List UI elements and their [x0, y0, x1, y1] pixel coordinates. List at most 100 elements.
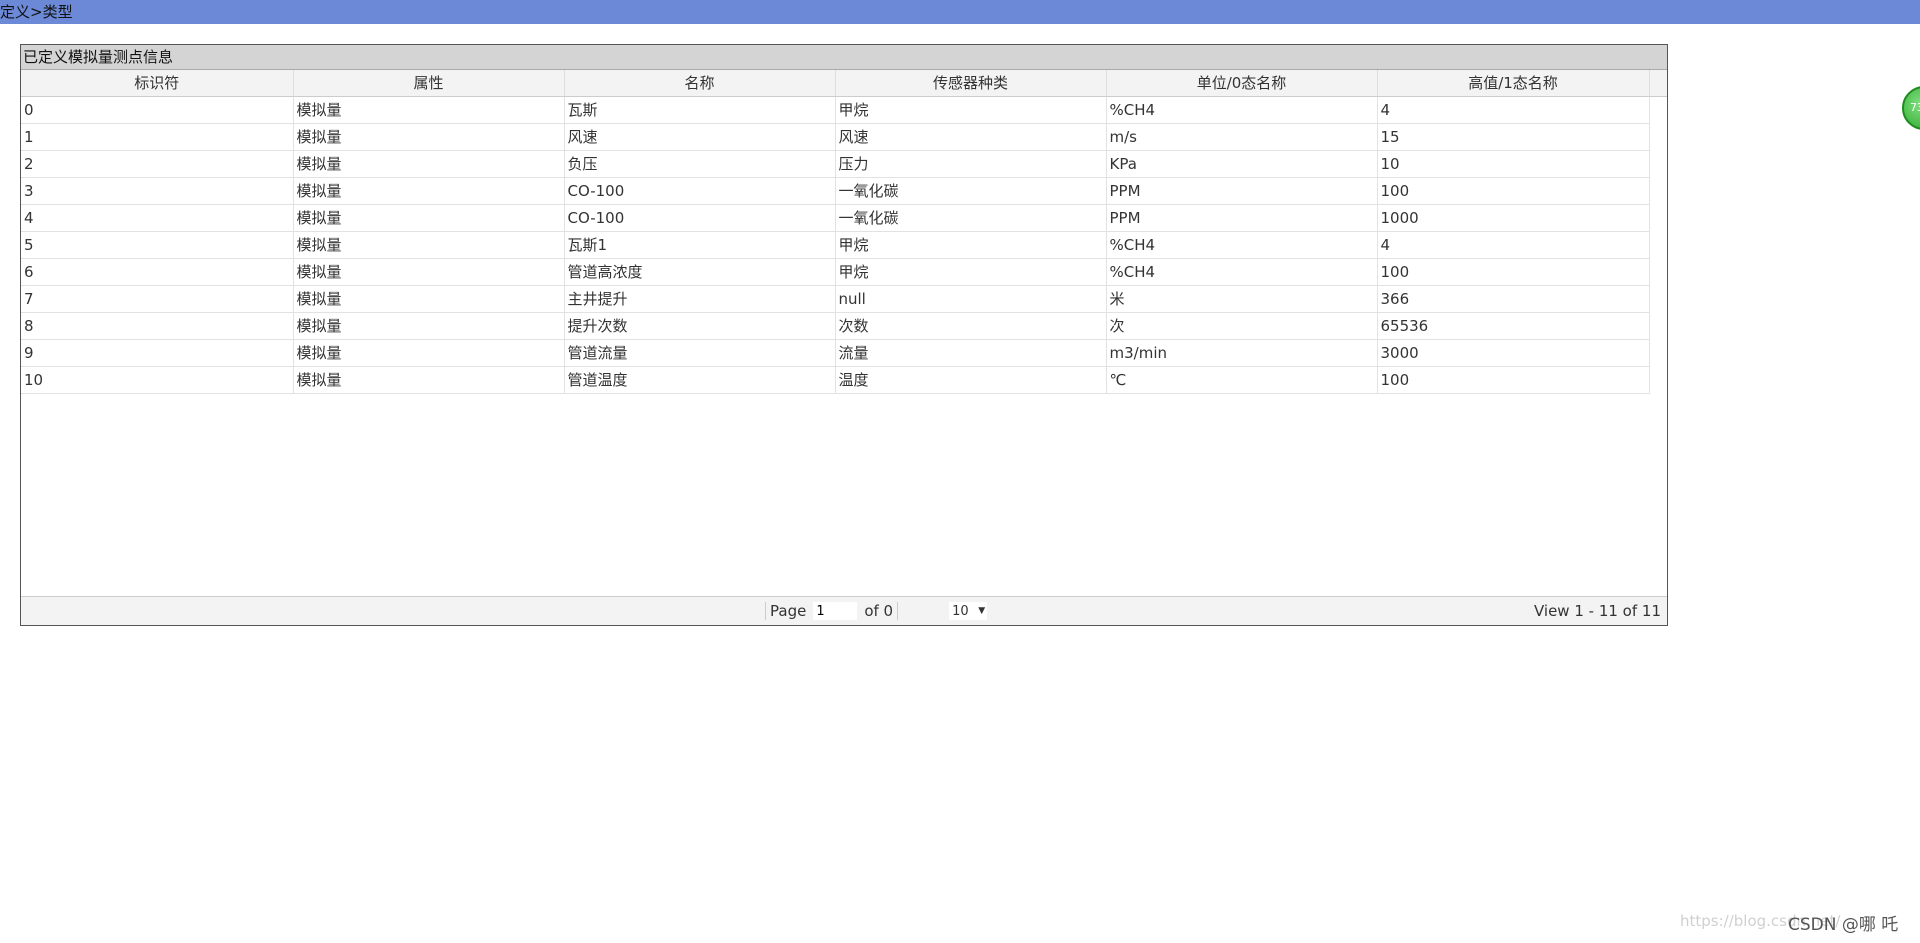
cell-id: 0 [21, 96, 294, 124]
cell-sensor-type: 温度 [835, 366, 1107, 394]
table-row[interactable]: 1 模拟量 风速 风速 m/s 15 [21, 123, 1650, 151]
cell-id: 2 [21, 150, 294, 178]
table-row[interactable]: 8 模拟量 提升次数 次数 次 65536 [21, 312, 1650, 340]
cell-attribute: 模拟量 [293, 123, 565, 151]
cell-name: 提升次数 [564, 312, 836, 340]
cell-unit: m/s [1106, 123, 1378, 151]
table-row[interactable]: 2 模拟量 负压 压力 KPa 10 [21, 150, 1650, 178]
page-count-label: of 0 [864, 602, 894, 620]
table-header-row: 标识符 属性 名称 传感器种类 单位/0态名称 高值/1态名称 [21, 70, 1650, 97]
cell-sensor-type: 流量 [835, 339, 1107, 367]
table-row[interactable]: 6 模拟量 管道高浓度 甲烷 %CH4 100 [21, 258, 1650, 286]
table-row[interactable]: 3 模拟量 CO-100 一氧化碳 PPM 100 [21, 177, 1650, 205]
cell-attribute: 模拟量 [293, 339, 565, 367]
column-header-attribute[interactable]: 属性 [293, 70, 565, 97]
breadcrumb: 定义>类型 [0, 3, 73, 21]
watermark-text: CSDN @哪 吒 [1788, 915, 1899, 935]
cell-attribute: 模拟量 [293, 204, 565, 232]
cell-high-value: 4 [1377, 231, 1650, 259]
table-row[interactable]: 7 模拟量 主井提升 null 米 366 [21, 285, 1650, 313]
cell-name: CO-100 [564, 204, 836, 232]
cell-unit: %CH4 [1106, 231, 1378, 259]
top-bar: 定义>类型 [0, 0, 1920, 24]
cell-attribute: 模拟量 [293, 231, 565, 259]
pager-separator [765, 602, 766, 620]
cell-attribute: 模拟量 [293, 285, 565, 313]
cell-id: 7 [21, 285, 294, 313]
cell-unit: %CH4 [1106, 258, 1378, 286]
grid-header-scrollbar-cap [1649, 70, 1667, 97]
column-header-unit[interactable]: 单位/0态名称 [1106, 70, 1378, 97]
page-number-input[interactable] [812, 601, 859, 621]
rows-per-page-value: 10 [952, 603, 969, 619]
cell-id: 4 [21, 204, 294, 232]
cell-unit: %CH4 [1106, 96, 1378, 124]
cell-attribute: 模拟量 [293, 312, 565, 340]
column-header-high-value[interactable]: 高值/1态名称 [1377, 70, 1650, 97]
cell-name: 风速 [564, 123, 836, 151]
cell-id: 3 [21, 177, 294, 205]
cell-sensor-type: 甲烷 [835, 258, 1107, 286]
cell-sensor-type: 甲烷 [835, 96, 1107, 124]
chevron-down-icon: ▼ [978, 606, 986, 616]
cell-unit: 米 [1106, 285, 1378, 313]
cell-attribute: 模拟量 [293, 366, 565, 394]
cell-high-value: 65536 [1377, 312, 1650, 340]
rows-per-page-select[interactable]: 10 ▼ [948, 601, 989, 621]
cell-sensor-type: 一氧化碳 [835, 177, 1107, 205]
cell-high-value: 366 [1377, 285, 1650, 313]
pager-controls: Page of 0 10 ▼ [761, 597, 989, 625]
table-row[interactable]: 9 模拟量 管道流量 流量 m3/min 3000 [21, 339, 1650, 367]
cell-name: 瓦斯1 [564, 231, 836, 259]
pager-bar: Page of 0 10 ▼ View 1 - 11 of 11 [21, 596, 1667, 625]
page-label: Page [770, 602, 807, 620]
cell-high-value: 15 [1377, 123, 1650, 151]
cell-name: 负压 [564, 150, 836, 178]
floating-badge[interactable]: 73 [1902, 86, 1920, 130]
cell-high-value: 100 [1377, 366, 1650, 394]
grid-caption: 已定义模拟量测点信息 [21, 45, 1667, 70]
cell-name: 瓦斯 [564, 96, 836, 124]
table-row[interactable]: 4 模拟量 CO-100 一氧化碳 PPM 1000 [21, 204, 1650, 232]
table-row[interactable]: 5 模拟量 瓦斯1 甲烷 %CH4 4 [21, 231, 1650, 259]
column-header-sensor-type[interactable]: 传感器种类 [835, 70, 1107, 97]
cell-high-value: 10 [1377, 150, 1650, 178]
view-record-count: View 1 - 11 of 11 [1533, 602, 1661, 620]
cell-unit: PPM [1106, 204, 1378, 232]
cell-sensor-type: 压力 [835, 150, 1107, 178]
cell-high-value: 1000 [1377, 204, 1650, 232]
cell-attribute: 模拟量 [293, 150, 565, 178]
cell-name: 管道流量 [564, 339, 836, 367]
cell-sensor-type: 风速 [835, 123, 1107, 151]
cell-id: 8 [21, 312, 294, 340]
cell-high-value: 4 [1377, 96, 1650, 124]
cell-unit: ℃ [1106, 366, 1378, 394]
cell-id: 10 [21, 366, 294, 394]
cell-name: CO-100 [564, 177, 836, 205]
cell-sensor-type: null [835, 285, 1107, 313]
cell-id: 9 [21, 339, 294, 367]
points-table: 标识符 属性 名称 传感器种类 单位/0态名称 高值/1态名称 0 模拟量 瓦斯… [21, 70, 1650, 394]
cell-id: 5 [21, 231, 294, 259]
cell-id: 1 [21, 123, 294, 151]
cell-name: 管道高浓度 [564, 258, 836, 286]
cell-high-value: 100 [1377, 177, 1650, 205]
cell-name: 管道温度 [564, 366, 836, 394]
cell-unit: KPa [1106, 150, 1378, 178]
cell-attribute: 模拟量 [293, 177, 565, 205]
table-row[interactable]: 0 模拟量 瓦斯 甲烷 %CH4 4 [21, 96, 1650, 124]
cell-attribute: 模拟量 [293, 258, 565, 286]
cell-unit: PPM [1106, 177, 1378, 205]
cell-high-value: 3000 [1377, 339, 1650, 367]
cell-attribute: 模拟量 [293, 96, 565, 124]
column-header-id[interactable]: 标识符 [21, 70, 294, 97]
cell-unit: 次 [1106, 312, 1378, 340]
cell-id: 6 [21, 258, 294, 286]
table-row[interactable]: 10 模拟量 管道温度 温度 ℃ 100 [21, 366, 1650, 394]
cell-sensor-type: 次数 [835, 312, 1107, 340]
defined-analog-points-grid: 已定义模拟量测点信息 标识符 属性 名称 传感器种类 单位/0态名称 高值/1态… [20, 44, 1668, 626]
cell-sensor-type: 一氧化碳 [835, 204, 1107, 232]
cell-unit: m3/min [1106, 339, 1378, 367]
column-header-name[interactable]: 名称 [564, 70, 836, 97]
pager-separator [897, 602, 899, 620]
